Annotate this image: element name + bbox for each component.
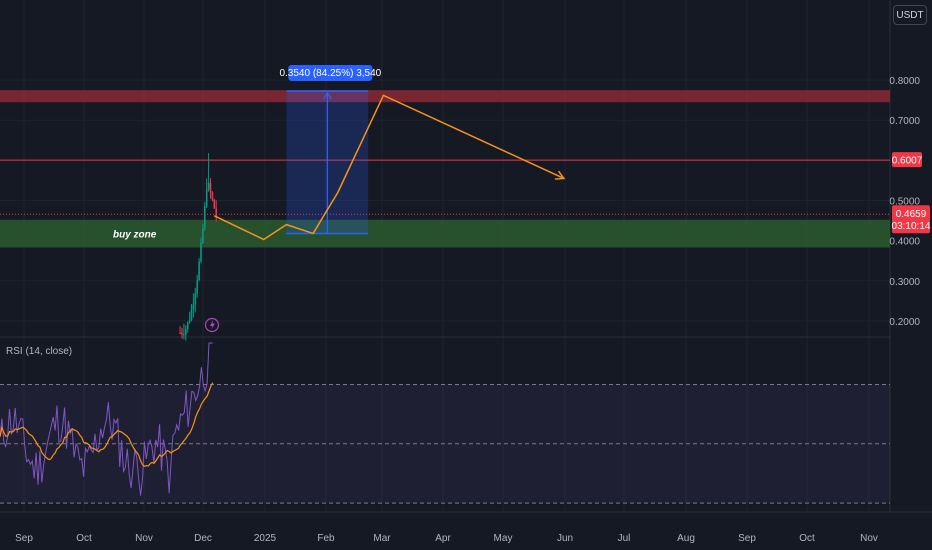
rsi-pane[interactable]: 60.0040.0080.4476.61 — [0, 342, 920, 504]
candle-body[interactable] — [213, 199, 216, 209]
price-tick-label: 0.4000 — [889, 237, 920, 248]
candle-body[interactable] — [211, 192, 214, 200]
candle-body[interactable] — [181, 333, 183, 335]
resistance-zone — [0, 90, 890, 103]
measure-label: 0.3540 (84.25%) 3,540 — [279, 68, 381, 79]
time-tick-label: Oct — [76, 533, 92, 544]
candle-body[interactable] — [207, 182, 210, 190]
time-axis[interactable]: Sep Oct Nov Dec 2025 Feb Mar Apr May Jun Jul Aug Sep… — [0, 511, 932, 544]
current-price-label: 0.4659 — [896, 209, 927, 220]
candle-body[interactable] — [190, 309, 193, 320]
price-tick-label: 0.2000 — [889, 317, 920, 328]
candle-body[interactable] — [183, 334, 185, 336]
buy-zone-label: buy zone — [113, 230, 157, 241]
candle-body[interactable] — [179, 332, 181, 334]
flash-icon-bolt — [210, 320, 215, 330]
projection-path[interactable] — [213, 94, 565, 241]
time-tick-label: Jun — [557, 533, 573, 544]
time-tick-label: May — [494, 533, 513, 544]
zones: buy zone — [0, 90, 890, 248]
time-tick-label: Dec — [194, 533, 212, 544]
time-tick-label: Feb — [317, 533, 335, 544]
candle-body[interactable] — [194, 293, 197, 305]
price-tick-label: 0.8000 — [889, 76, 920, 87]
time-tick-label: Jul — [618, 533, 631, 544]
time-tick-label: Nov — [860, 533, 878, 544]
candle-body[interactable] — [209, 182, 212, 193]
time-tick-label: Sep — [15, 533, 33, 544]
currency-selector[interactable]: USDT — [893, 5, 927, 25]
price-tick-label: 0.7000 — [889, 116, 920, 127]
price-axis[interactable]: 0.80000.70000.50000.40000.30000.20000.60… — [889, 0, 932, 512]
candle-countdown-label: 03:10:14 — [892, 221, 931, 232]
price-tick-label: 0.3000 — [889, 277, 920, 288]
time-tick-label: Aug — [677, 533, 695, 544]
time-tick-label: Apr — [435, 533, 451, 544]
time-tick-label: 2025 — [254, 533, 277, 544]
candle-body[interactable] — [185, 328, 187, 335]
time-tick-label: Oct — [799, 533, 815, 544]
candle-body[interactable] — [186, 322, 189, 329]
candle-body[interactable] — [196, 279, 198, 294]
candle-body[interactable] — [200, 242, 202, 262]
candle-body[interactable] — [192, 304, 195, 310]
time-tick-label: Nov — [135, 533, 153, 544]
candle-body[interactable] — [202, 228, 204, 243]
resistance-price-label: 0.6007 — [892, 156, 923, 167]
time-tick-label: Mar — [373, 533, 391, 544]
candle-body[interactable] — [205, 189, 208, 207]
flash-icon[interactable] — [204, 317, 220, 333]
candle-body[interactable] — [215, 208, 217, 217]
candle-body[interactable] — [198, 261, 200, 280]
rsi-legend[interactable]: RSI (14, close) — [6, 346, 72, 357]
trading-chart[interactable]: buy zone 0.3540 (84.25%) 3,540 60.0040.0… — [0, 0, 932, 550]
candle-body[interactable] — [188, 319, 191, 323]
candle-body[interactable] — [204, 206, 206, 229]
time-tick-label: Sep — [738, 533, 756, 544]
